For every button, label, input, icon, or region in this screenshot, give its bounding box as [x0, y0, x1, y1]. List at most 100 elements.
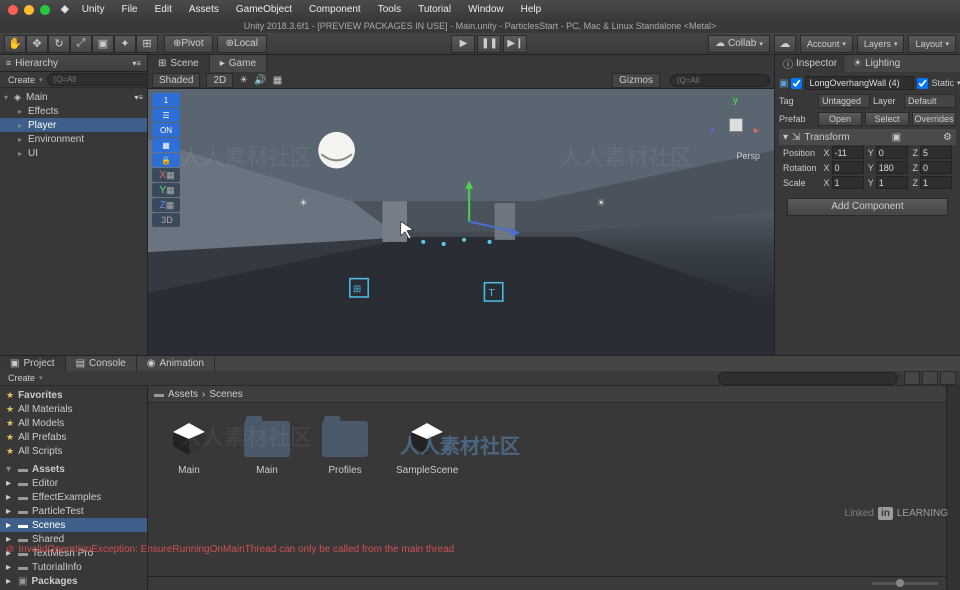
fx-toggle-icon[interactable]: ▦: [273, 75, 282, 86]
hierarchy-item-ui[interactable]: ▸UI: [0, 146, 147, 160]
position-x-field[interactable]: [832, 146, 864, 159]
menu-file[interactable]: File: [114, 2, 146, 17]
transform-gear-icon[interactable]: ⚙: [943, 132, 952, 143]
asset-main-folder[interactable]: Main: [240, 417, 294, 476]
asset-samplescene[interactable]: SampleScene: [396, 417, 458, 476]
vp-tool-grid[interactable]: ▦: [152, 138, 180, 152]
scale-x-field[interactable]: [832, 176, 864, 189]
vp-tool-on[interactable]: ON: [152, 123, 180, 137]
menu-help[interactable]: Help: [513, 2, 550, 17]
pivot-toggle[interactable]: ⊕ Pivot: [164, 35, 213, 53]
audio-toggle-icon[interactable]: 🔊: [254, 75, 266, 86]
layout-dropdown[interactable]: Layout: [908, 35, 956, 53]
menu-assets[interactable]: Assets: [181, 2, 227, 17]
vp-axis-y[interactable]: Y ▦: [152, 183, 180, 197]
transform-tool[interactable]: ✦: [114, 35, 136, 53]
menu-window[interactable]: Window: [460, 2, 512, 17]
minimize-window-icon[interactable]: [24, 5, 34, 15]
hierarchy-search[interactable]: [47, 73, 150, 86]
menu-gameobject[interactable]: GameObject: [228, 2, 300, 17]
position-y-field[interactable]: [876, 146, 908, 159]
rect-tool[interactable]: ▣: [92, 35, 114, 53]
transform-component-header[interactable]: ▾⇲ Transform ▣ ⚙: [779, 129, 956, 145]
fav-all-models[interactable]: ★All Models: [0, 416, 147, 430]
rotation-y-field[interactable]: [876, 161, 908, 174]
fav-all-materials[interactable]: ★All Materials: [0, 402, 147, 416]
hierarchy-item-effects[interactable]: ▸Effects: [0, 104, 147, 118]
hidden-packages-icon[interactable]: [940, 371, 956, 385]
menu-tools[interactable]: Tools: [370, 2, 409, 17]
prefab-open-button[interactable]: Open: [818, 112, 862, 126]
collab-dropdown[interactable]: ☁Collab: [708, 35, 770, 53]
vp-tool-1[interactable]: 1: [152, 93, 180, 107]
gameobject-name-field[interactable]: [805, 76, 914, 90]
prefab-overrides-button[interactable]: Overrides: [912, 112, 956, 126]
pause-button[interactable]: ❚❚: [477, 35, 501, 53]
scale-z-field[interactable]: [920, 176, 952, 189]
vp-axis-x[interactable]: X ▦: [152, 168, 180, 182]
folder-scenes[interactable]: ▸▬Scenes: [0, 518, 147, 532]
play-button[interactable]: ▶: [451, 35, 475, 53]
hierarchy-item-environment[interactable]: ▸Environment: [0, 132, 147, 146]
tab-game[interactable]: ▸Game: [210, 55, 267, 72]
orientation-gizmo[interactable]: y ▸ z: [708, 97, 764, 153]
tab-scene[interactable]: ⊞Scene: [148, 55, 210, 72]
panel-menu-icon[interactable]: ▾≡: [132, 59, 141, 68]
tag-dropdown[interactable]: Untagged: [818, 94, 870, 108]
vp-tool-lock[interactable]: 🔒: [152, 153, 180, 167]
error-icon[interactable]: ⊘: [6, 544, 14, 555]
maximize-window-icon[interactable]: [40, 5, 50, 15]
vp-axis-z[interactable]: Z ▦: [152, 198, 180, 212]
gizmos-dropdown[interactable]: Gizmos: [612, 73, 660, 88]
scene-viewport[interactable]: ☀ ☀ ⊞ T 1 ☰ ON ▦ 🔒 X ▦: [148, 89, 774, 355]
custom-tool[interactable]: ⊞: [136, 35, 158, 53]
breadcrumb-scenes[interactable]: Scenes: [209, 389, 242, 400]
account-dropdown[interactable]: Account: [800, 35, 853, 53]
move-tool[interactable]: ✥: [26, 35, 48, 53]
tab-lighting[interactable]: ☀Lighting: [845, 55, 908, 72]
step-button[interactable]: ▶❙: [503, 35, 527, 53]
folder-effectexamples[interactable]: ▸▬EffectExamples: [0, 490, 147, 504]
fav-all-prefabs[interactable]: ★All Prefabs: [0, 430, 147, 444]
tab-project[interactable]: ▣Project: [0, 356, 66, 371]
project-create[interactable]: Create: [4, 372, 39, 384]
rotate-tool[interactable]: ↻: [48, 35, 70, 53]
scale-tool[interactable]: ⤢: [70, 35, 92, 53]
tab-inspector[interactable]: ⓘInspector: [775, 55, 845, 72]
folder-editor[interactable]: ▸▬Editor: [0, 476, 147, 490]
tab-animation[interactable]: ◉Animation: [137, 356, 215, 371]
menu-edit[interactable]: Edit: [147, 2, 180, 17]
hand-tool[interactable]: ✋: [4, 35, 26, 53]
2d-toggle[interactable]: 2D: [206, 73, 233, 88]
menu-unity[interactable]: Unity: [74, 2, 113, 17]
thumbnail-size-slider[interactable]: [872, 582, 938, 585]
breadcrumb-assets[interactable]: Assets: [168, 389, 198, 400]
vp-tool-layers[interactable]: ☰: [152, 108, 180, 122]
shading-dropdown[interactable]: Shaded: [152, 73, 200, 88]
folder-particletest[interactable]: ▸▬ParticleTest: [0, 504, 147, 518]
scene-search[interactable]: [670, 74, 770, 87]
folder-tutorialinfo[interactable]: ▸▬TutorialInfo: [0, 560, 147, 574]
cloud-button[interactable]: ☁: [774, 35, 796, 53]
filter-icon[interactable]: [904, 371, 920, 385]
menu-component[interactable]: Component: [301, 2, 369, 17]
packages-root[interactable]: ▸▣Packages: [0, 574, 147, 588]
gameobject-active-checkbox[interactable]: [791, 78, 802, 89]
scene-menu-icon[interactable]: ▾≡: [134, 93, 143, 102]
save-search-icon[interactable]: [922, 371, 938, 385]
rotation-x-field[interactable]: [832, 161, 864, 174]
lighting-toggle-icon[interactable]: ☀: [239, 75, 248, 86]
layers-dropdown[interactable]: Layers: [857, 35, 905, 53]
project-scrollbar[interactable]: [946, 386, 960, 590]
menu-tutorial[interactable]: Tutorial: [410, 2, 459, 17]
vp-3d-toggle[interactable]: 3D: [152, 213, 180, 227]
perspective-label[interactable]: Persp: [736, 151, 760, 161]
assets-root[interactable]: ▾▬Assets: [0, 462, 147, 476]
add-component-button[interactable]: Add Component: [787, 198, 948, 216]
asset-profiles-folder[interactable]: Profiles: [318, 417, 372, 476]
position-z-field[interactable]: [920, 146, 952, 159]
asset-main-scene[interactable]: Main: [162, 417, 216, 476]
status-error-text[interactable]: InvalidOperationException: EnsureRunning…: [18, 544, 454, 555]
static-checkbox[interactable]: [917, 78, 928, 89]
hierarchy-item-player[interactable]: ▸Player: [0, 118, 147, 132]
